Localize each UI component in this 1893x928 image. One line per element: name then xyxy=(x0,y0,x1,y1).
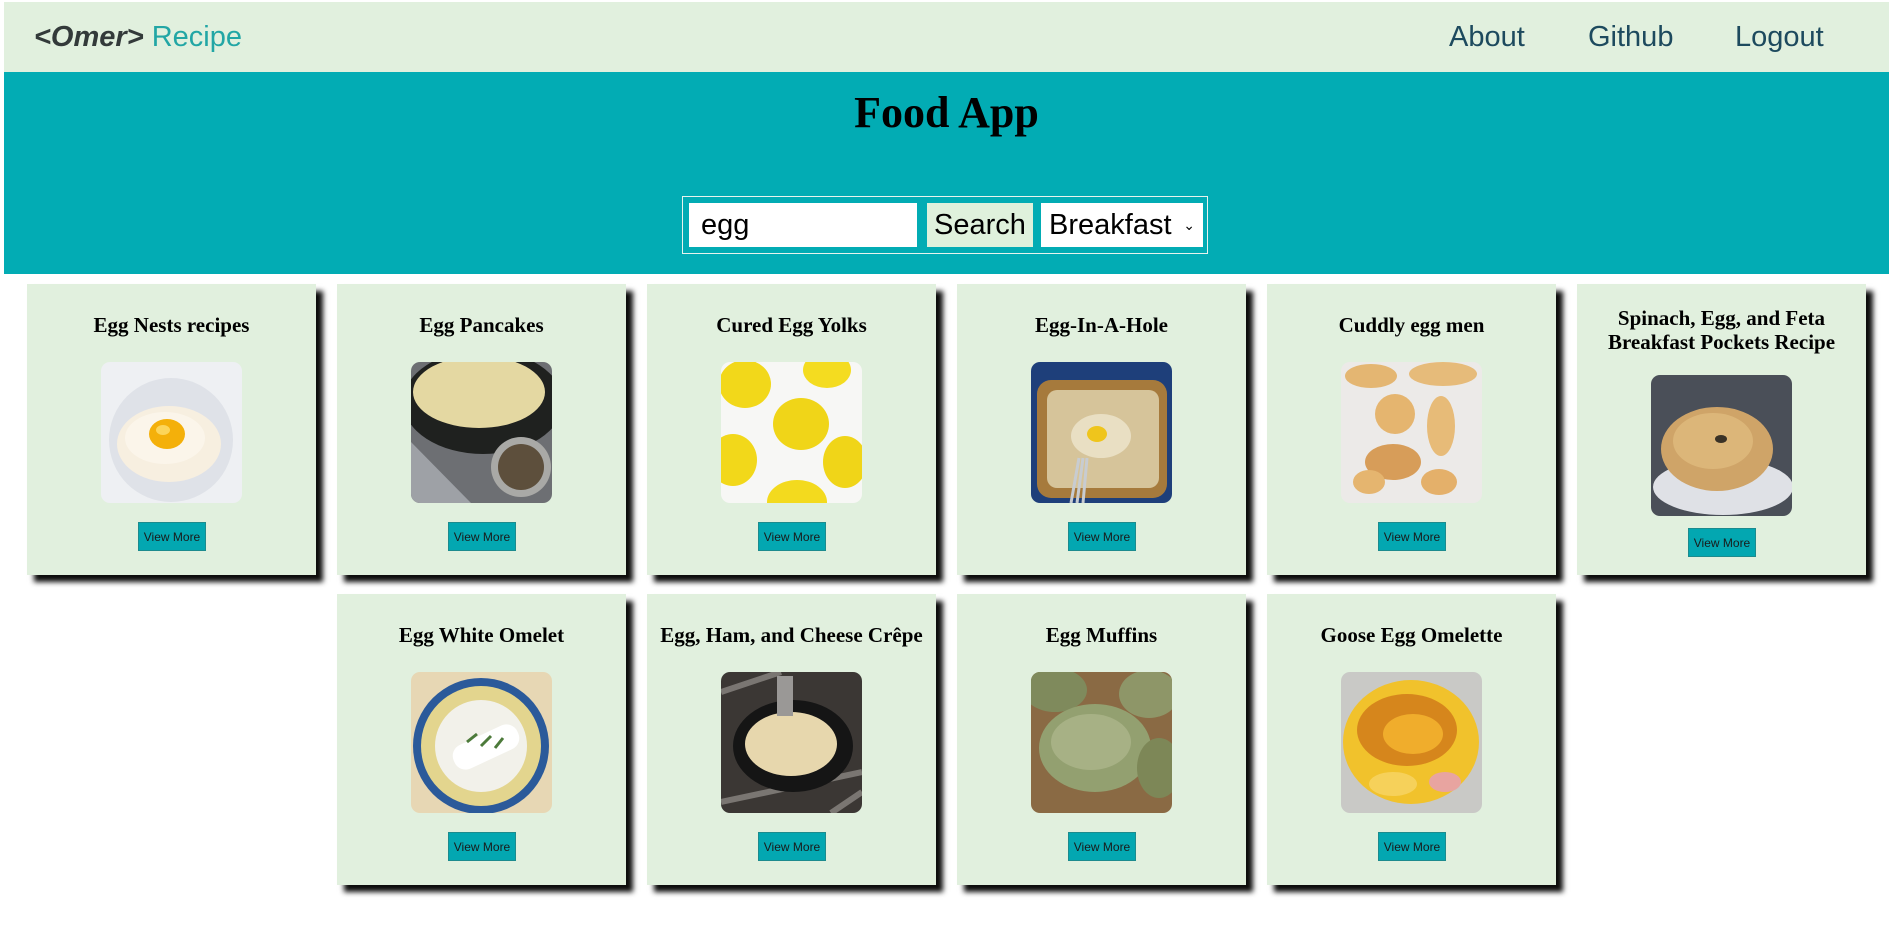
recipe-image xyxy=(101,362,242,503)
view-more-button[interactable]: View More xyxy=(1688,528,1756,557)
cuddly-egg-men-photo-icon xyxy=(1341,362,1482,503)
recipe-title: Spinach, Egg, and Feta Breakfast Pockets… xyxy=(1577,306,1866,354)
egg-white-omelet-photo-icon xyxy=(411,672,552,813)
recipe-title: Egg Nests recipes xyxy=(93,313,250,337)
recipe-image xyxy=(1031,362,1172,503)
recipe-card: Egg Nests recipes View More xyxy=(27,284,316,575)
recipe-title: Egg Muffins xyxy=(1045,623,1158,647)
recipe-title: Egg-In-A-Hole xyxy=(1035,313,1168,337)
recipe-card: Cured Egg Yolks View More xyxy=(647,284,936,575)
view-more-button[interactable]: View More xyxy=(448,832,516,861)
recipe-image xyxy=(1341,362,1482,503)
recipe-image xyxy=(1651,375,1792,516)
breakfast-pocket-photo-icon xyxy=(1651,375,1792,516)
egg-in-a-hole-photo-icon xyxy=(1031,362,1172,503)
recipe-grid: Egg Nests recipes View More Egg Pancakes xyxy=(4,2,1889,926)
recipe-title: Cured Egg Yolks xyxy=(716,313,867,337)
recipe-card: Egg White Omelet View More xyxy=(337,594,626,885)
recipe-card: Egg, Ham, and Cheese Crêpe View More xyxy=(647,594,936,885)
recipe-card: Cuddly egg men View More xyxy=(1267,284,1556,575)
view-more-button[interactable]: View More xyxy=(1068,522,1136,551)
goose-egg-omelette-photo-icon xyxy=(1341,672,1482,813)
recipe-card: Egg Pancakes View More xyxy=(337,284,626,575)
egg-muffins-photo-icon xyxy=(1031,672,1172,813)
recipe-title-line: Spinach, Egg, and Feta xyxy=(1617,306,1826,330)
recipe-title-line: Breakfast Pockets Recipe xyxy=(1607,330,1836,354)
recipe-card: Goose Egg Omelette View More xyxy=(1267,594,1556,885)
view-more-button[interactable]: View More xyxy=(138,522,206,551)
crepe-photo-icon xyxy=(721,672,862,813)
egg-pancakes-photo-icon xyxy=(411,362,552,503)
view-more-button[interactable]: View More xyxy=(1378,832,1446,861)
view-more-button[interactable]: View More xyxy=(758,832,826,861)
recipe-title: Egg, Ham, and Cheese Crêpe xyxy=(660,623,923,647)
egg-nest-photo-icon xyxy=(101,362,242,503)
recipe-image xyxy=(1031,672,1172,813)
cured-egg-yolks-photo-icon xyxy=(721,362,862,503)
recipe-card: Egg-In-A-Hole View More xyxy=(957,284,1246,575)
recipe-title: Egg Pancakes xyxy=(419,313,544,337)
view-more-button[interactable]: View More xyxy=(1068,832,1136,861)
recipe-image xyxy=(721,362,862,503)
recipe-image xyxy=(411,672,552,813)
view-more-button[interactable]: View More xyxy=(448,522,516,551)
recipe-image xyxy=(1341,672,1482,813)
recipe-image xyxy=(721,672,862,813)
recipe-card: Spinach, Egg, and Feta Breakfast Pockets… xyxy=(1577,284,1866,575)
view-more-button[interactable]: View More xyxy=(758,522,826,551)
recipe-image xyxy=(411,362,552,503)
recipe-card: Egg Muffins View More xyxy=(957,594,1246,885)
recipe-title: Egg White Omelet xyxy=(398,623,565,647)
view-more-button[interactable]: View More xyxy=(1378,522,1446,551)
page: <Omer> Recipe About Github Logout Food A… xyxy=(4,2,1889,926)
recipe-title: Goose Egg Omelette xyxy=(1320,623,1503,647)
recipe-title: Cuddly egg men xyxy=(1338,313,1485,337)
